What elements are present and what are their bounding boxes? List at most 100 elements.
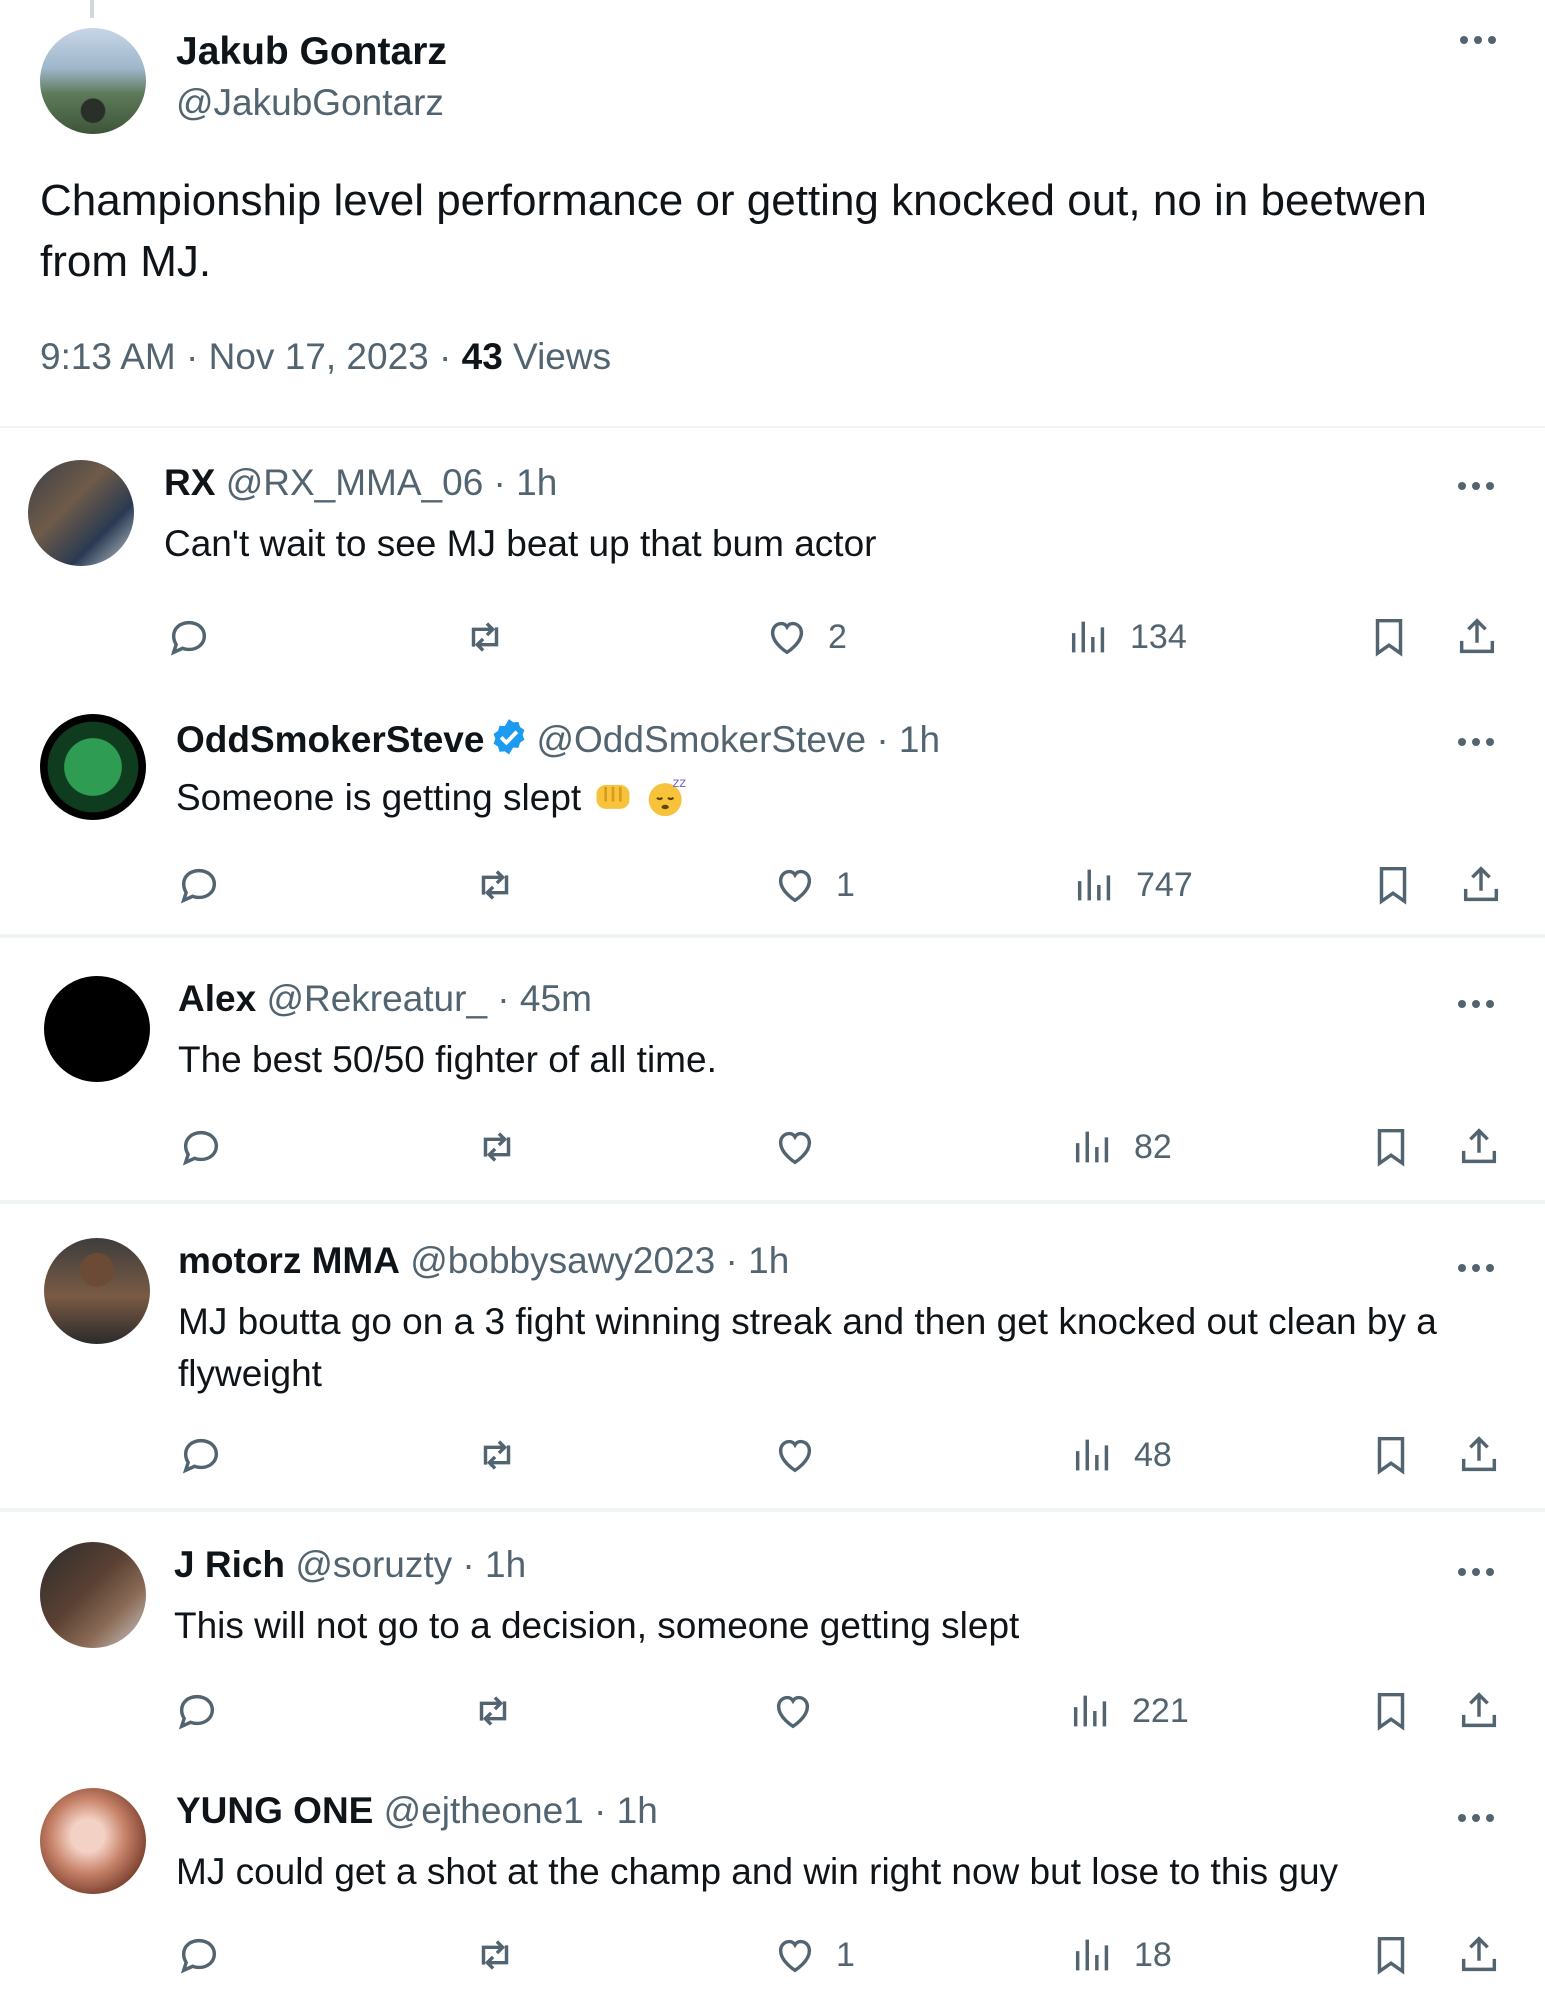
repost-button[interactable]	[474, 1122, 520, 1172]
sleeping-face-icon: zz	[648, 776, 687, 817]
reply-handle[interactable]: @ejtheone1 · 1h	[384, 1790, 658, 1831]
share-button[interactable]	[1454, 612, 1500, 662]
repost-button[interactable]	[472, 1930, 518, 1980]
share-button[interactable]	[1456, 1122, 1502, 1172]
bookmark-button[interactable]	[1368, 1930, 1414, 1980]
action-bar: 1 18	[0, 1930, 1545, 1980]
like-button[interactable]	[772, 1430, 836, 1480]
views-count: 18	[1134, 1935, 1172, 1974]
more-options-icon[interactable]	[1458, 1814, 1494, 1822]
avatar[interactable]	[40, 1542, 146, 1648]
repost-button[interactable]	[470, 1686, 516, 1736]
views-button[interactable]: 747	[1072, 860, 1193, 910]
reply-name[interactable]: OddSmokerSteve	[176, 719, 484, 760]
bookmark-button[interactable]	[1366, 612, 1412, 662]
author-handle[interactable]: @JakubGontarz	[176, 82, 444, 124]
views-count: 82	[1134, 1127, 1172, 1166]
like-button[interactable]: 1	[772, 1930, 855, 1980]
reply-tweet[interactable]: OddSmokerSteve @OddSmokerSteve · 1h Someo…	[0, 676, 1545, 938]
views-button[interactable]: 221	[1068, 1686, 1189, 1736]
like-button[interactable]	[772, 1122, 836, 1172]
reply-name[interactable]: motorz MMA	[178, 1240, 400, 1281]
bookmark-icon	[1377, 1128, 1405, 1167]
share-button[interactable]	[1456, 1430, 1502, 1480]
reply-tweet[interactable]: motorz MMA @bobbysawy2023 · 1h MJ boutta…	[0, 1208, 1545, 1512]
more-options-icon[interactable]	[1460, 36, 1496, 44]
reply-button[interactable]	[176, 1930, 222, 1980]
reply-button[interactable]	[178, 1430, 224, 1480]
analytics-icon	[1077, 869, 1111, 901]
reply-icon	[180, 1938, 217, 1974]
analytics-icon	[1075, 1131, 1109, 1163]
analytics-icon	[1075, 1439, 1109, 1471]
heart-icon	[778, 1439, 812, 1473]
reply-tweet[interactable]: RX @RX_MMA_06 · 1h Can't wait to see MJ …	[0, 430, 1545, 676]
tweet-timestamp[interactable]: 9:13 AM · Nov 17, 2023 ·	[40, 336, 462, 377]
reply-header: motorz MMA @bobbysawy2023 · 1h	[178, 1240, 789, 1282]
bookmark-button[interactable]	[1368, 1430, 1414, 1480]
heart-icon	[776, 1695, 810, 1729]
views-button[interactable]: 48	[1070, 1430, 1172, 1480]
repost-button[interactable]	[462, 612, 508, 662]
reply-name[interactable]: J Rich	[174, 1544, 285, 1585]
avatar[interactable]	[40, 714, 146, 820]
tweet-meta: 9:13 AM · Nov 17, 2023 · 43 Views	[40, 336, 611, 378]
reply-handle[interactable]: @Rekreatur_ · 45m	[266, 978, 591, 1019]
avatar[interactable]	[44, 976, 150, 1082]
share-button[interactable]	[1456, 1686, 1502, 1736]
like-button[interactable]: 2	[764, 612, 847, 662]
bookmark-icon	[1377, 1436, 1405, 1475]
analytics-icon	[1073, 1695, 1107, 1727]
author-name[interactable]: Jakub Gontarz	[176, 30, 447, 74]
views-button[interactable]: 134	[1066, 612, 1187, 662]
reply-icon	[180, 868, 217, 904]
reply-button[interactable]	[166, 612, 212, 662]
reply-name[interactable]: Alex	[178, 978, 256, 1019]
share-button[interactable]	[1458, 860, 1504, 910]
reply-button[interactable]	[178, 1122, 224, 1172]
repost-icon	[479, 1696, 507, 1726]
reply-name[interactable]: RX	[164, 462, 215, 503]
more-options-icon[interactable]	[1458, 482, 1494, 490]
reply-handle[interactable]: @bobbysawy2023 · 1h	[410, 1240, 789, 1281]
reply-handle[interactable]: @soruzty · 1h	[295, 1544, 526, 1585]
views-button[interactable]: 18	[1070, 1930, 1172, 1980]
views-label: Views	[502, 336, 612, 377]
reply-handle[interactable]: @RX_MMA_06 · 1h	[226, 462, 558, 503]
svg-text:zz: zz	[673, 776, 687, 791]
bookmark-icon	[1377, 1692, 1405, 1731]
avatar[interactable]	[28, 460, 134, 566]
repost-button[interactable]	[474, 1430, 520, 1480]
reply-text: Can't wait to see MJ beat up that bum ac…	[164, 523, 877, 564]
more-options-icon[interactable]	[1458, 1000, 1494, 1008]
more-options-icon[interactable]	[1458, 1264, 1494, 1272]
share-button[interactable]	[1456, 1930, 1502, 1980]
repost-button[interactable]	[472, 860, 518, 910]
like-count: 2	[828, 617, 847, 656]
reply-handle[interactable]: @OddSmokerSteve · 1h	[536, 719, 940, 760]
more-options-icon[interactable]	[1458, 1568, 1494, 1576]
bookmark-icon	[1375, 618, 1403, 657]
like-count: 1	[836, 865, 855, 904]
like-button[interactable]	[770, 1686, 834, 1736]
reply-button[interactable]	[174, 1686, 220, 1736]
reply-header: Alex @Rekreatur_ · 45m	[178, 978, 592, 1020]
bookmark-icon	[1379, 866, 1407, 905]
bookmark-button[interactable]	[1370, 860, 1416, 910]
reply-button[interactable]	[176, 860, 222, 910]
like-button[interactable]: 1	[772, 860, 855, 910]
like-count: 1	[836, 1935, 855, 1974]
reply-tweet[interactable]: YUNG ONE @ejtheone1 · 1h MJ could get a …	[0, 1762, 1545, 2000]
reply-name[interactable]: YUNG ONE	[176, 1790, 373, 1831]
bookmark-button[interactable]	[1368, 1686, 1414, 1736]
more-options-icon[interactable]	[1458, 738, 1494, 746]
avatar[interactable]	[44, 1238, 150, 1344]
bookmark-button[interactable]	[1368, 1122, 1414, 1172]
views-button[interactable]: 82	[1070, 1122, 1172, 1172]
avatar[interactable]	[40, 1788, 146, 1894]
avatar[interactable]	[40, 28, 146, 134]
reply-tweet[interactable]: Alex @Rekreatur_ · 45m The best 50/50 fi…	[0, 942, 1545, 1204]
repost-icon	[471, 622, 499, 652]
reply-icon	[170, 620, 207, 656]
reply-tweet[interactable]: J Rich @soruzty · 1h This will not go to…	[0, 1514, 1545, 1758]
